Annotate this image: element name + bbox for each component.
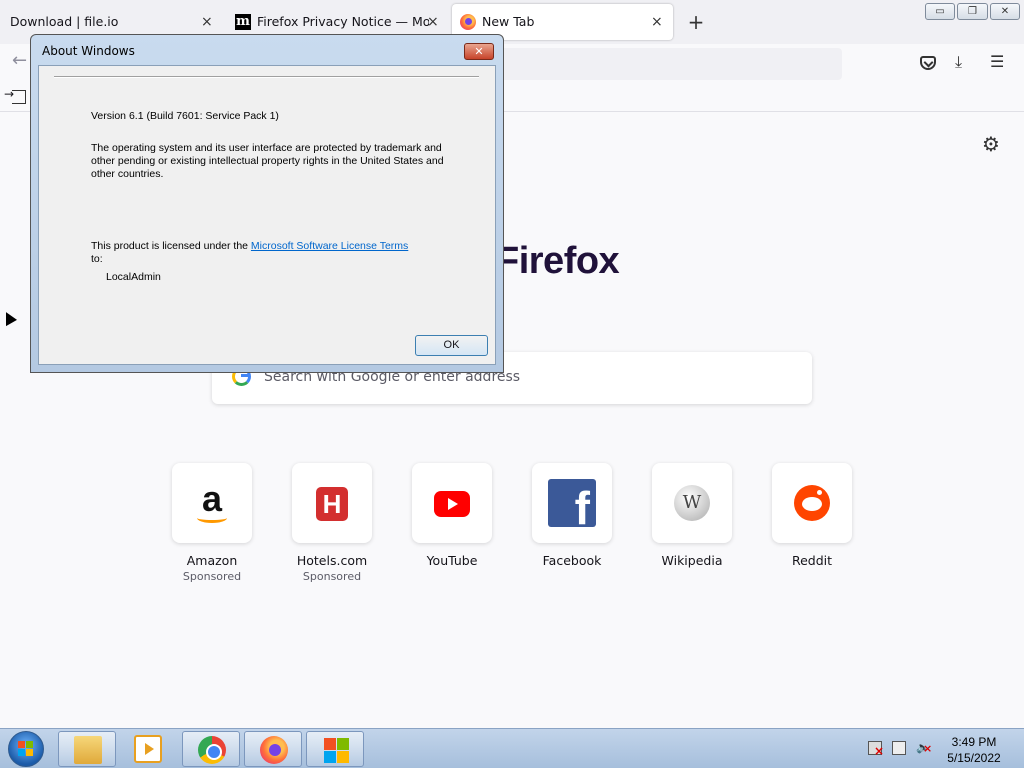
gear-icon[interactable]: ⚙: [982, 132, 1000, 156]
minimize-button[interactable]: ▭: [925, 3, 955, 20]
shortcut-title[interactable]: Facebook: [512, 553, 632, 568]
taskbar-chrome-button[interactable]: [182, 731, 240, 767]
shortcut-tile-wikipedia[interactable]: W: [652, 463, 732, 543]
shortcut-title[interactable]: Hotels.com: [272, 553, 392, 568]
taskbar-explorer-button[interactable]: [58, 731, 116, 767]
license-suffix: to:: [91, 253, 103, 265]
mozilla-favicon-icon: m: [235, 14, 251, 30]
taskbar-media-player-button[interactable]: [120, 731, 176, 767]
facebook-icon: f: [548, 479, 596, 527]
windows-logo-icon: [18, 741, 34, 757]
taskbar: 🔈 3:49 PM 5/15/2022: [0, 728, 1024, 768]
ok-button[interactable]: OK: [415, 335, 488, 356]
wikipedia-icon: W: [674, 485, 710, 521]
sponsored-label: Sponsored: [182, 570, 242, 583]
address-bar[interactable]: [480, 48, 842, 80]
chrome-icon: [198, 736, 226, 764]
shortcut-title[interactable]: Amazon: [152, 553, 272, 568]
start-button[interactable]: [8, 731, 44, 767]
pocket-icon[interactable]: [920, 56, 936, 70]
back-arrow-icon[interactable]: ←: [12, 50, 27, 71]
shortcut-tile-youtube[interactable]: [412, 463, 492, 543]
sponsored-label: Sponsored: [302, 570, 362, 583]
firefox-favicon-icon: [460, 14, 476, 30]
media-player-icon: [134, 735, 162, 763]
network-icon[interactable]: [868, 741, 884, 758]
shortcut-title[interactable]: Reddit: [752, 553, 872, 568]
power-icon[interactable]: [892, 741, 906, 755]
shortcut-title[interactable]: Wikipedia: [632, 553, 752, 568]
new-tab-button[interactable]: +: [684, 8, 708, 36]
firefox-wordmark: Firefox: [496, 240, 620, 282]
folder-icon: [74, 736, 102, 764]
trademark-text: The operating system and its user interf…: [91, 142, 444, 180]
dialog-title: About Windows: [42, 44, 135, 58]
shortcut-tile-amazon[interactable]: a: [172, 463, 252, 543]
clock-date[interactable]: 5/15/2022: [942, 751, 1006, 765]
shortcut-tile-reddit[interactable]: [772, 463, 852, 543]
taskbar-about-windows-button[interactable]: [306, 731, 364, 767]
mouse-cursor-icon: [6, 312, 17, 334]
hamburger-menu-icon[interactable]: ☰: [990, 52, 1004, 71]
divider: [54, 76, 479, 78]
shortcut-tile-hotels[interactable]: H: [292, 463, 372, 543]
shortcut-title[interactable]: YouTube: [392, 553, 512, 568]
firefox-icon: [260, 736, 288, 764]
close-tab-icon[interactable]: ×: [651, 4, 663, 40]
hotels-icon: H: [316, 487, 348, 521]
dialog-body: Version 6.1 (Build 7601: Service Pack 1)…: [38, 65, 496, 365]
about-windows-dialog: About Windows ✕ Version 6.1 (Build 7601:…: [30, 34, 504, 373]
amazon-icon: a: [188, 479, 236, 527]
windows-logo-icon: [322, 736, 350, 764]
dialog-titlebar[interactable]: About Windows ✕: [31, 35, 503, 65]
clock-time[interactable]: 3:49 PM: [946, 735, 1002, 749]
license-terms-link[interactable]: Microsoft Software License Terms: [251, 240, 408, 252]
dialog-close-button[interactable]: ✕: [464, 43, 494, 60]
license-text: This product is licensed under the Micro…: [91, 240, 411, 266]
reddit-icon: [794, 485, 830, 521]
download-icon[interactable]: ⤓: [955, 52, 962, 72]
version-text: Version 6.1 (Build 7601: Service Pack 1): [91, 110, 279, 122]
sign-in-icon[interactable]: [4, 87, 26, 104]
shortcut-tile-facebook[interactable]: f: [532, 463, 612, 543]
youtube-icon: [434, 491, 470, 517]
taskbar-firefox-button[interactable]: [244, 731, 302, 767]
volume-muted-icon[interactable]: 🔈: [916, 741, 932, 756]
licensed-user: LocalAdmin: [106, 271, 161, 283]
license-prefix: This product is licensed under the: [91, 240, 251, 252]
restore-button[interactable]: ❐: [957, 3, 988, 20]
window-close-button[interactable]: ✕: [990, 3, 1020, 20]
